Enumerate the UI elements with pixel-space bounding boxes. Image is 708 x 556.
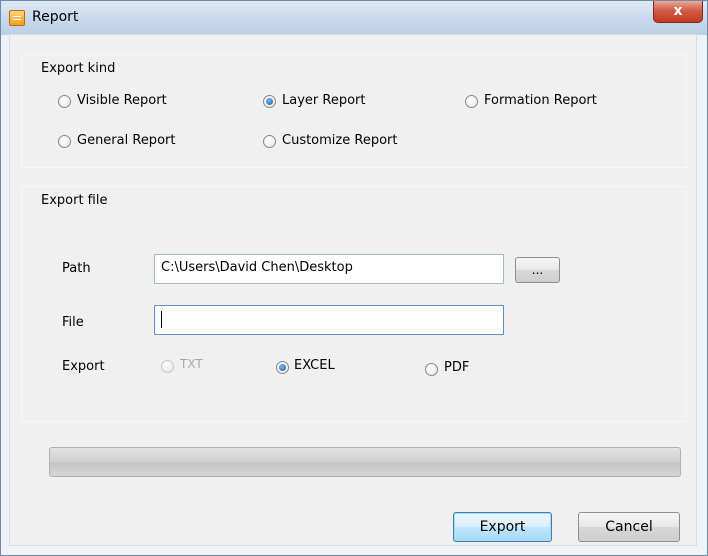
cancel-button[interactable]: Cancel [578, 512, 680, 542]
window-title: Report [32, 9, 79, 25]
export-progress-bar [49, 447, 681, 477]
radio-label[interactable]: General Report [77, 133, 175, 148]
radio-label[interactable]: Layer Report [282, 93, 365, 108]
file-input[interactable] [154, 305, 504, 335]
export-kind-label: Export kind [41, 61, 116, 76]
radio-circle[interactable] [425, 363, 438, 376]
text-caret [161, 311, 162, 328]
export-format-label: Export [62, 359, 105, 374]
export-button[interactable]: Export [453, 512, 552, 542]
report-app-icon [9, 10, 25, 26]
radio-label[interactable]: PDF [444, 360, 469, 375]
radio-circle[interactable] [276, 361, 289, 374]
file-label: File [62, 315, 84, 330]
path-label: Path [62, 261, 91, 276]
path-input[interactable]: C:\Users\David Chen\Desktop [154, 254, 504, 284]
radio-label[interactable]: TXT [180, 357, 203, 371]
radio-label[interactable]: Customize Report [282, 133, 397, 148]
radio-circle[interactable] [161, 360, 174, 373]
browse-button[interactable]: ... [515, 257, 560, 283]
radio-circle[interactable] [58, 95, 71, 108]
radio-label[interactable]: Visible Report [77, 93, 167, 108]
radio-circle[interactable] [465, 95, 478, 108]
export-kind-group [21, 54, 687, 168]
radio-circle[interactable] [263, 95, 276, 108]
radio-label[interactable]: EXCEL [294, 358, 335, 373]
export-file-label: Export file [41, 193, 108, 208]
export-file-group [21, 186, 687, 422]
radio-circle[interactable] [58, 135, 71, 148]
radio-label[interactable]: Formation Report [484, 93, 597, 108]
title-bar[interactable]: Report x [1, 1, 707, 35]
radio-circle[interactable] [263, 135, 276, 148]
close-button[interactable]: x [653, 1, 703, 23]
